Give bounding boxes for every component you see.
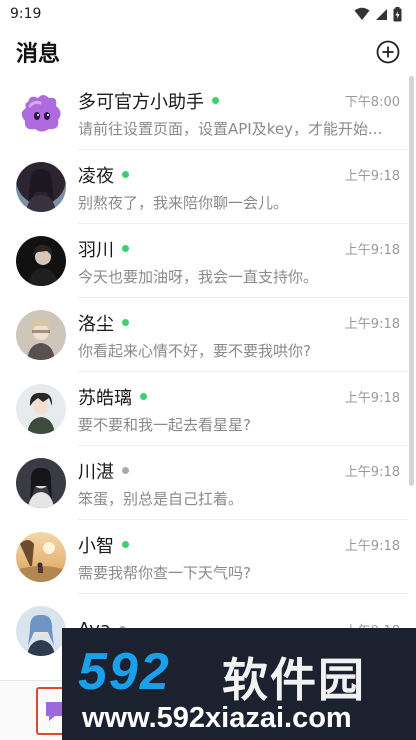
chat-name: 多可官方小助手	[78, 91, 204, 113]
chat-item[interactable]: 洛尘 上午9:18 你看起来心情不好，要不要我哄你?	[0, 298, 408, 372]
chat-time: 下午8:00	[344, 95, 400, 110]
chat-preview: 你看起来心情不好，要不要我哄你?	[78, 341, 311, 360]
chat-preview: 别熬夜了，我来陪你聊一会儿。	[78, 193, 289, 212]
status-icons	[354, 6, 402, 22]
watermark-brand: 软件园	[222, 653, 366, 707]
status-bar: 9:19	[0, 0, 416, 28]
chat-body: 多可官方小助手 下午8:00 请前往设置页面，设置API及key，才能开始...	[78, 88, 408, 139]
add-button[interactable]	[374, 38, 402, 66]
chat-preview: 今天也要加油呀，我会一直支持你。	[78, 267, 319, 286]
chat-time: 上午9:18	[344, 539, 400, 554]
avatar	[16, 310, 66, 360]
chat-name: 川湛	[78, 461, 114, 483]
avatar-portrait-icon	[28, 244, 58, 286]
scrollbar[interactable]	[409, 76, 414, 486]
chat-body: 小智 上午9:18 需要我帮你查一下天气吗?	[78, 532, 408, 583]
chat-item[interactable]: 凌夜 上午9:18 别熬夜了，我来陪你聊一会儿。	[0, 150, 408, 224]
chat-body: 洛尘 上午9:18 你看起来心情不好，要不要我哄你?	[78, 310, 408, 361]
chat-preview: 笨蛋，别总是自己扛着。	[78, 489, 244, 508]
chat-preview: 需要我帮你查一下天气吗?	[78, 563, 251, 582]
assistant-blob-icon	[21, 95, 61, 132]
online-status-dot	[122, 171, 129, 178]
avatar-portrait-icon	[27, 392, 55, 434]
header: 消息	[0, 28, 416, 76]
chat-preview: 要不要和我一起去看星星?	[78, 415, 251, 434]
avatar-portrait-icon	[27, 319, 55, 360]
plus-circle-icon	[376, 40, 400, 64]
chat-item[interactable]: 苏皓璃 上午9:18 要不要和我一起去看星星?	[0, 372, 408, 446]
avatar	[16, 606, 66, 656]
online-status-dot	[212, 97, 219, 104]
chat-item[interactable]: 川湛 上午9:18 笨蛋，别总是自己扛着。	[0, 446, 408, 520]
avatar-portrait-icon	[28, 467, 54, 508]
page-title: 消息	[16, 42, 61, 67]
online-status-dot	[122, 245, 129, 252]
chat-time: 上午9:18	[344, 465, 400, 480]
wifi-icon	[354, 7, 370, 20]
chat-item[interactable]: 羽川 上午9:18 今天也要加油呀，我会一直支持你。	[0, 224, 408, 298]
avatar	[16, 162, 66, 212]
chat-time: 上午9:18	[344, 169, 400, 184]
avatar	[16, 532, 66, 582]
signal-icon	[376, 8, 387, 20]
online-status-dot	[122, 541, 129, 548]
online-status-dot	[122, 319, 129, 326]
chat-body: 羽川 上午9:18 今天也要加油呀，我会一直支持你。	[78, 236, 408, 287]
chat-item[interactable]: 多可官方小助手 下午8:00 请前往设置页面，设置API及key，才能开始...	[0, 76, 408, 150]
chat-body: 苏皓璃 上午9:18 要不要和我一起去看星星?	[78, 384, 408, 435]
avatar-portrait-icon	[27, 614, 55, 656]
chat-name: 小智	[78, 535, 114, 557]
watermark: 592 软件园 www.592xiazai.com	[62, 628, 416, 740]
chat-time: 上午9:18	[344, 243, 400, 258]
chat-name: 羽川	[78, 239, 114, 261]
chat-list[interactable]: 多可官方小助手 下午8:00 请前往设置页面，设置API及key，才能开始...…	[0, 76, 408, 676]
chat-body: 川湛 上午9:18 笨蛋，别总是自己扛着。	[78, 458, 408, 509]
avatar	[16, 88, 66, 138]
chat-name: 洛尘	[78, 313, 114, 335]
chat-item[interactable]: 小智 上午9:18 需要我帮你查一下天气吗?	[0, 520, 408, 594]
chat-name: 凌夜	[78, 165, 114, 187]
offline-status-dot	[122, 467, 129, 474]
chat-body: 凌夜 上午9:18 别熬夜了，我来陪你聊一会儿。	[78, 162, 408, 213]
battery-icon	[393, 6, 402, 21]
chat-time: 上午9:18	[344, 391, 400, 406]
watermark-logo: 592	[78, 643, 171, 701]
avatar-portrait-icon	[26, 168, 56, 212]
avatar	[16, 458, 66, 508]
avatar-landscape-icon	[16, 540, 66, 582]
chat-name: 苏皓璃	[78, 387, 132, 409]
chat-preview: 请前往设置页面，设置API及key，才能开始...	[78, 119, 383, 138]
status-time: 9:19	[10, 6, 42, 22]
avatar	[16, 384, 66, 434]
watermark-url: www.592xiazai.com	[82, 702, 352, 734]
avatar	[16, 236, 66, 286]
chat-time: 上午9:18	[344, 317, 400, 332]
online-status-dot	[140, 393, 147, 400]
